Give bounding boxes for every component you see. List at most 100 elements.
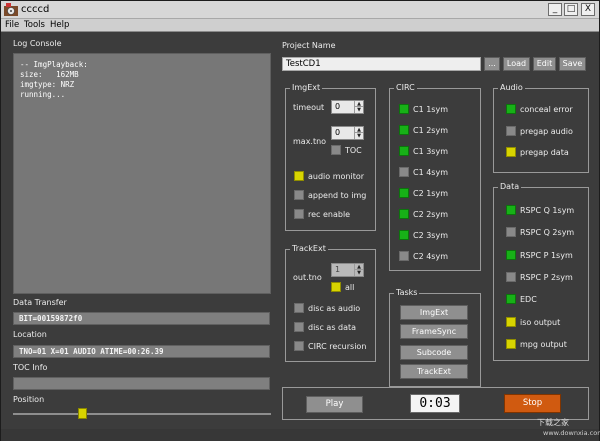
spin-down-icon[interactable]: ▼: [355, 270, 363, 276]
data-item-indicator[interactable]: [506, 316, 516, 327]
outtno-spinbox[interactable]: 1 ▲ ▼: [331, 263, 364, 277]
maximize-button[interactable]: □: [564, 3, 578, 16]
tasks-group-title: Tasks: [394, 288, 420, 298]
circ-group: CIRC: [389, 83, 481, 271]
data-item-label: RSPC Q 2sym: [520, 228, 575, 238]
data-item-label: mpg output: [520, 339, 567, 349]
close-button[interactable]: X: [581, 3, 595, 16]
task-framesync-button[interactable]: FrameSync: [400, 324, 468, 339]
timeout-value: 0: [335, 102, 341, 111]
audio-item-indicator[interactable]: [506, 104, 516, 114]
watermark-url: www.downxia.com: [543, 429, 600, 437]
imgext-group-title: ImgExt: [290, 83, 323, 93]
stop-button[interactable]: Stop: [504, 394, 561, 413]
audio-monitor-checkbox[interactable]: [294, 171, 304, 181]
spin-down-icon[interactable]: ▼: [355, 133, 363, 139]
disc-as-data-label: disc as data: [308, 323, 357, 332]
audio-item-label: conceal error: [520, 105, 573, 114]
title-bar[interactable]: ccccd _ □ X: [1, 1, 599, 19]
toc-checkbox[interactable]: [331, 145, 341, 155]
timer-display: 0:03: [410, 394, 460, 413]
browse-button[interactable]: ...: [484, 57, 500, 71]
timeout-spinbox[interactable]: 0 ▲ ▼: [331, 100, 364, 114]
app-window: ccccd _ □ X File Tools Help Log Console …: [0, 0, 600, 441]
window-title: ccccd: [21, 4, 50, 15]
load-button[interactable]: Load: [503, 57, 530, 71]
toc-info-field: [13, 377, 270, 390]
data-item-indicator[interactable]: [506, 271, 516, 282]
position-label: Position: [13, 395, 45, 404]
trackext-group-title: TrackExt: [290, 244, 328, 254]
task-imgext-button[interactable]: ImgExt: [400, 305, 468, 320]
circ-group-title: CIRC: [394, 83, 417, 93]
circ-item-indicator[interactable]: [399, 146, 409, 156]
menu-tools[interactable]: Tools: [24, 20, 45, 30]
circ-item-indicator[interactable]: [399, 167, 409, 177]
circ-recursion-label: CIRC recursion: [308, 342, 367, 351]
data-item-label: RSPC P 1sym: [520, 250, 573, 260]
all-label: all: [345, 283, 355, 292]
position-slider-thumb[interactable]: [77, 408, 87, 419]
location-label: Location: [13, 330, 47, 339]
project-name-input[interactable]: TestCD1: [282, 57, 481, 71]
circ-item-indicator[interactable]: [399, 125, 409, 135]
disc-as-audio-label: disc as audio: [308, 304, 361, 313]
audio-group-title: Audio: [498, 83, 525, 93]
data-item-label: RSPC Q 1sym: [520, 206, 575, 215]
circ-item-label: C2 4sym: [413, 252, 449, 261]
minimize-button[interactable]: _: [548, 3, 562, 16]
menu-bar: File Tools Help: [1, 19, 599, 32]
circ-item-indicator[interactable]: [399, 209, 409, 219]
rec-enable-label: rec enable: [308, 210, 351, 219]
circ-item-indicator[interactable]: [399, 251, 409, 261]
project-name-label: Project Name: [282, 41, 336, 50]
data-item-indicator[interactable]: [506, 249, 516, 260]
circ-item-indicator[interactable]: [399, 104, 409, 114]
append-to-img-label: append to img: [308, 191, 367, 200]
all-checkbox[interactable]: [331, 282, 341, 292]
menu-file[interactable]: File: [5, 20, 19, 30]
menu-help[interactable]: Help: [50, 20, 69, 30]
rec-enable-checkbox[interactable]: [294, 209, 304, 219]
audio-item-label: pregap audio: [520, 126, 573, 136]
circ-recursion-checkbox[interactable]: [294, 341, 304, 351]
data-item-label: EDC: [520, 295, 537, 305]
data-item-indicator[interactable]: [506, 294, 516, 305]
audio-item-label: pregap data: [520, 148, 569, 157]
circ-item-indicator[interactable]: [399, 230, 409, 240]
spin-down-icon[interactable]: ▼: [355, 107, 363, 113]
data-item-indicator[interactable]: [506, 205, 516, 215]
save-button[interactable]: Save: [559, 57, 586, 71]
task-trackext-button[interactable]: TrackExt: [400, 364, 468, 379]
circ-item-label: C1 3sym: [413, 147, 449, 156]
play-button[interactable]: Play: [306, 396, 363, 413]
toc-label: TOC: [345, 146, 362, 155]
data-transfer-label: Data Transfer: [13, 298, 67, 307]
disc-as-audio-checkbox[interactable]: [294, 303, 304, 313]
audio-item-indicator[interactable]: [506, 125, 516, 136]
circ-item-label: C1 1sym: [413, 105, 449, 114]
outtno-label: out.tno: [293, 273, 322, 282]
audio-item-indicator[interactable]: [506, 147, 516, 157]
audio-monitor-label: audio monitor: [308, 172, 365, 181]
append-to-img-checkbox[interactable]: [294, 190, 304, 200]
circ-item-indicator[interactable]: [399, 188, 409, 198]
circ-item-label: C1 4sym: [413, 168, 449, 177]
timeout-label: timeout: [293, 103, 325, 112]
watermark-text: 下载之家: [537, 418, 569, 427]
circ-item-label: C1 2sym: [413, 126, 449, 135]
app-icon: [4, 3, 18, 16]
maxtno-spinbox[interactable]: 0 ▲ ▼: [331, 126, 364, 140]
log-console[interactable]: -- ImgPlayback: size: 162MB imgtype: NRZ…: [13, 53, 271, 294]
data-item-indicator[interactable]: [506, 227, 516, 238]
disc-as-data-checkbox[interactable]: [294, 322, 304, 332]
data-item-label: iso output: [520, 317, 561, 327]
position-slider-track[interactable]: [13, 413, 271, 415]
data-item-indicator[interactable]: [506, 338, 516, 349]
status-bar: [1, 429, 599, 441]
data-item-label: RSPC P 2sym: [520, 272, 573, 282]
log-console-text: -- ImgPlayback: size: 162MB imgtype: NRZ…: [20, 60, 88, 99]
task-subcode-button[interactable]: Subcode: [400, 345, 468, 360]
maxtno-value: 0: [335, 128, 341, 137]
edit-button[interactable]: Edit: [533, 57, 556, 71]
